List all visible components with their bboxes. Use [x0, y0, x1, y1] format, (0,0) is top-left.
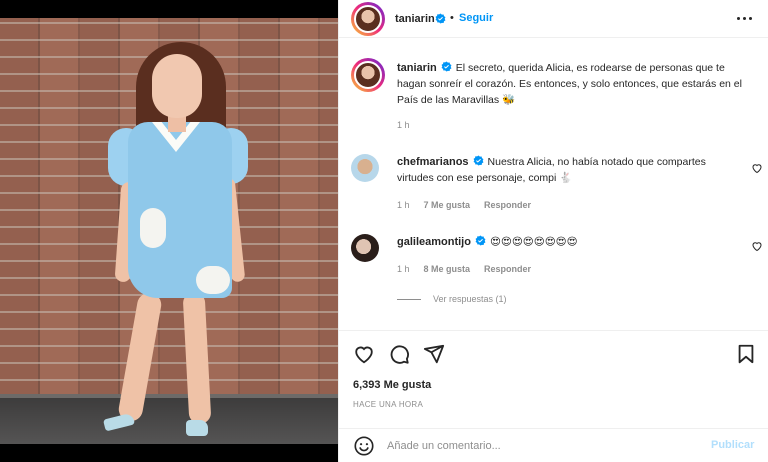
comment-likes[interactable]: 8 Me gusta [424, 264, 471, 274]
comment-meta: 1 h 7 Me gusta Responder [397, 200, 531, 210]
verified-badge-icon [441, 61, 452, 72]
caption-avatar[interactable] [351, 58, 385, 92]
verified-badge-icon [435, 13, 446, 24]
heart-icon[interactable] [353, 343, 375, 365]
commenter-avatar[interactable] [351, 234, 379, 262]
share-icon[interactable] [423, 343, 445, 365]
view-replies-label: Ver respuestas (1) [433, 294, 507, 304]
add-comment-bar: Publicar [339, 428, 768, 462]
likes-count[interactable]: 6,393 Me gusta [353, 379, 431, 391]
commenter-username[interactable]: chefmarianos [397, 156, 469, 168]
caption-time[interactable]: 1 h [397, 120, 410, 130]
verified-badge-icon [475, 235, 486, 246]
dress-flower-2 [196, 266, 230, 294]
publish-button[interactable]: Publicar [711, 439, 754, 451]
verified-badge-icon [473, 155, 483, 166]
post-actions: 6,393 Me gusta HACE UNA HORA [339, 330, 768, 430]
comment-time[interactable]: 1 h [397, 200, 410, 210]
replies-divider [397, 298, 421, 300]
caption-username[interactable]: taniarin [397, 62, 437, 74]
comment-icon[interactable] [388, 343, 410, 365]
comment-text: chefmarianos Nuestra Alicia, no había not… [397, 154, 727, 186]
separator-dot: • [450, 12, 454, 24]
more-options-icon[interactable] [733, 8, 755, 28]
heart-icon[interactable] [751, 162, 763, 174]
floor [0, 398, 338, 444]
dress-flower-1 [140, 208, 166, 248]
comment-body: 😍😍😍😍😍😍😍😍 [489, 236, 578, 248]
author-username[interactable]: taniarin [395, 13, 435, 25]
reply-button[interactable]: Responder [484, 200, 531, 210]
author-avatar[interactable] [351, 2, 385, 36]
comment-input[interactable] [387, 435, 687, 457]
woman-face [152, 54, 202, 118]
comment-text: galileamontijo 😍😍😍😍😍😍😍😍 [397, 234, 727, 250]
heart-icon[interactable] [751, 240, 763, 252]
emoji-icon[interactable] [353, 435, 375, 457]
post-header: taniarin • Seguir [339, 0, 768, 38]
bookmark-icon[interactable] [735, 343, 757, 365]
posted-time[interactable]: HACE UNA HORA [353, 400, 423, 409]
comment-meta: 1 h 8 Me gusta Responder [397, 264, 531, 274]
follow-button[interactable]: Seguir [459, 12, 493, 24]
instagram-post: taniarin • Seguir taniarin El secreto, qu… [0, 0, 768, 462]
caption-text: taniarin El secreto, querida Alicia, es r… [397, 60, 747, 108]
comment-time[interactable]: 1 h [397, 264, 410, 274]
view-replies-button[interactable]: Ver respuestas (1) [397, 294, 507, 304]
post-details-panel: taniarin • Seguir taniarin El secreto, qu… [338, 0, 768, 462]
commenter-avatar[interactable] [351, 154, 379, 182]
shoe-right [186, 420, 208, 436]
comment-likes[interactable]: 7 Me gusta [424, 200, 471, 210]
photo-scene [0, 18, 338, 444]
post-photo[interactable] [0, 0, 338, 462]
reply-button[interactable]: Responder [484, 264, 531, 274]
commenter-username[interactable]: galileamontijo [397, 236, 471, 248]
comments-section[interactable]: taniarin El secreto, querida Alicia, es r… [339, 40, 768, 330]
